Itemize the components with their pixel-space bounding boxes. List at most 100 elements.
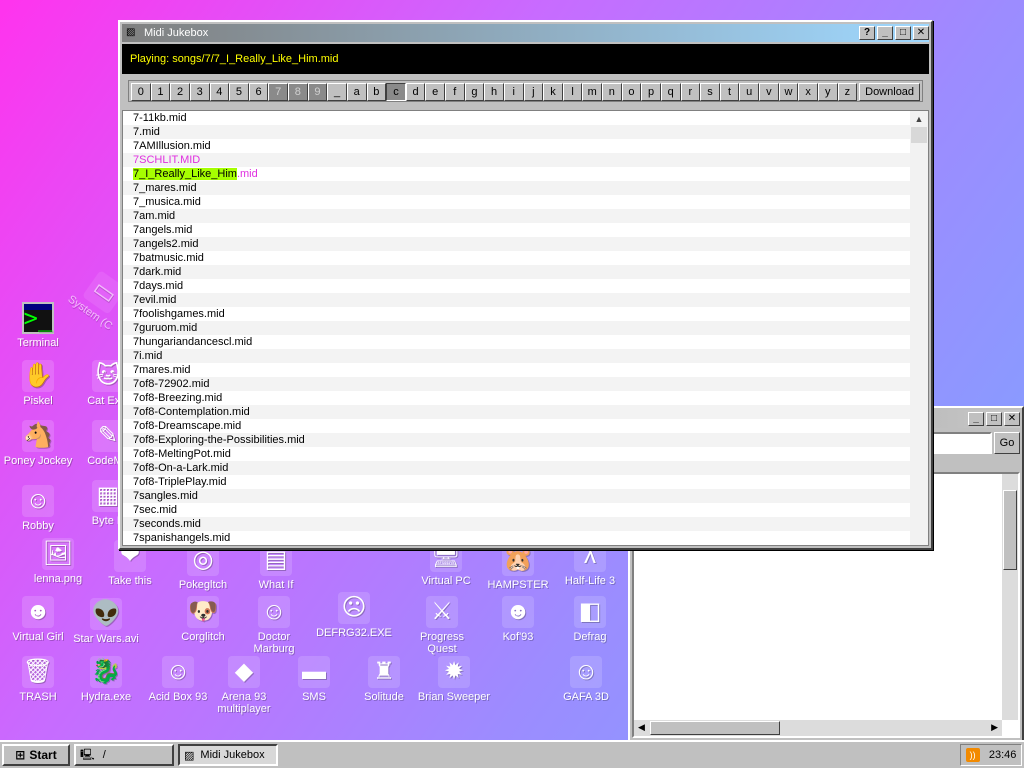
letter-button-l[interactable]: l	[562, 83, 583, 101]
desktop-icon[interactable]: 🗑 TRASH	[0, 656, 76, 703]
task-button-explorer[interactable]: 🖳 /	[74, 744, 174, 766]
file-list-scrollbar[interactable]: ▲	[910, 111, 928, 545]
file-row[interactable]: 7dark.mid	[123, 265, 910, 279]
letter-button-4[interactable]: 4	[209, 83, 230, 101]
browser-minimize-button[interactable]: _	[968, 412, 984, 426]
letter-button-k[interactable]: k	[543, 83, 563, 101]
browser-vertical-scrollbar[interactable]	[1002, 474, 1018, 720]
file-row[interactable]: 7of8-TriplePlay.mid	[123, 475, 910, 489]
letter-button-m[interactable]: m	[582, 83, 602, 101]
browser-maximize-button[interactable]: □	[986, 412, 1002, 426]
scroll-up-arrow-icon[interactable]: ▲	[910, 111, 928, 127]
minimize-button[interactable]: _	[877, 26, 893, 40]
desktop-icon[interactable]: ⚔ Progress Quest	[404, 596, 480, 655]
file-row[interactable]: 7_musica.mid	[123, 195, 910, 209]
letter-button-3[interactable]: 3	[189, 83, 210, 101]
start-button[interactable]: ⊞ Start	[2, 744, 70, 766]
letter-button-underscore[interactable]: _	[327, 83, 347, 101]
file-row[interactable]: 7of8-Contemplation.mid	[123, 405, 910, 419]
file-row[interactable]: 7_mares.mid	[123, 181, 910, 195]
desktop-icon[interactable]: 👽 Star Wars.avi	[68, 598, 144, 645]
desktop-icon[interactable]: ☺ Robby	[0, 485, 76, 532]
letter-button-z[interactable]: z	[837, 83, 858, 101]
maximize-button[interactable]: □	[895, 26, 911, 40]
desktop-icon[interactable]: >_ Terminal	[0, 302, 76, 349]
file-row[interactable]: 7sec.mid	[123, 503, 910, 517]
letter-button-r[interactable]: r	[680, 83, 701, 101]
letter-button-e[interactable]: e	[425, 83, 445, 101]
letter-button-f[interactable]: f	[445, 83, 465, 101]
letter-button-s[interactable]: s	[700, 83, 720, 101]
desktop-icon[interactable]: ◧ Defrag	[552, 596, 628, 643]
letter-button-c[interactable]: c	[386, 83, 406, 101]
desktop-icon[interactable]: ☺ GAFA 3D	[548, 656, 624, 703]
desktop-icon[interactable]: ✋ Piskel	[0, 360, 76, 407]
file-row[interactable]: 7of8-MeltingPot.mid	[123, 447, 910, 461]
file-row[interactable]: 7foolishgames.mid	[123, 307, 910, 321]
desktop-icon[interactable]: 🐶 Corglitch	[165, 596, 241, 643]
jukebox-titlebar[interactable]: ▨ Midi Jukebox ? _ □ ✕	[122, 24, 929, 42]
file-row[interactable]: 7AMIllusion.mid	[123, 139, 910, 153]
browser-hscroll-thumb[interactable]	[650, 721, 780, 735]
letter-button-w[interactable]: w	[778, 83, 799, 101]
desktop-icon[interactable]: ☻ Kof'93	[480, 596, 556, 643]
letter-button-q[interactable]: q	[660, 83, 681, 101]
letter-button-2[interactable]: 2	[170, 83, 190, 101]
letter-button-0[interactable]: 0	[131, 83, 151, 101]
file-row[interactable]: 7.mid	[123, 125, 910, 139]
file-row[interactable]: 7-11kb.mid	[123, 111, 910, 125]
close-button[interactable]: ✕	[913, 26, 929, 40]
file-row[interactable]: 7of8-Dreamscape.mid	[123, 419, 910, 433]
letter-button-8[interactable]: 8	[288, 83, 308, 101]
desktop-icon[interactable]: ▬ SMS	[276, 656, 352, 703]
file-row[interactable]: 7evil.mid	[123, 293, 910, 307]
browser-close-button[interactable]: ✕	[1004, 412, 1020, 426]
desktop-icon[interactable]: 🐹 HAMPSTER	[480, 544, 556, 591]
desktop-icon[interactable]: 🖼 lenna.png	[20, 538, 96, 585]
desktop-icon[interactable]: 🐉 Hydra.exe	[68, 656, 144, 703]
download-button[interactable]: Download	[859, 83, 921, 101]
letter-button-y[interactable]: y	[817, 83, 838, 101]
file-row[interactable]: 7seconds.mid	[123, 517, 910, 531]
file-row[interactable]: 7hungariandancescl.mid	[123, 335, 910, 349]
letter-button-1[interactable]: 1	[150, 83, 171, 101]
letter-button-5[interactable]: 5	[229, 83, 249, 101]
browser-go-button[interactable]: Go	[994, 432, 1020, 454]
file-row[interactable]: 7of8-Exploring-the-Possibilities.mid	[123, 433, 910, 447]
desktop-icon[interactable]: ☻ Virtual Girl	[0, 596, 76, 643]
file-row[interactable]: 7of8-72902.mid	[123, 377, 910, 391]
letter-button-a[interactable]: a	[346, 83, 367, 101]
file-row[interactable]: 7mares.mid	[123, 363, 910, 377]
file-row[interactable]: 7angels2.mid	[123, 237, 910, 251]
letter-button-u[interactable]: u	[739, 83, 759, 101]
file-row[interactable]: 7sangles.mid	[123, 489, 910, 503]
desktop-icon[interactable]: ✹ Brian Sweeper	[416, 656, 492, 703]
jukebox-window[interactable]: ▨ Midi Jukebox ? _ □ ✕ Playing: songs/7/…	[118, 20, 933, 550]
browser-vscroll-thumb[interactable]	[1003, 490, 1017, 570]
letter-button-i[interactable]: i	[503, 83, 524, 101]
letter-button-9[interactable]: 9	[307, 83, 328, 101]
desktop-icon[interactable]: ◆ Arena 93 multiplayer	[206, 656, 282, 715]
file-row[interactable]: 7am.mid	[123, 209, 910, 223]
file-row[interactable]: 7i.mid	[123, 349, 910, 363]
letter-button-v[interactable]: v	[759, 83, 779, 101]
desktop-icon[interactable]: ☺ Doctor Marburg	[236, 596, 312, 655]
scroll-right-arrow-icon[interactable]: ▶	[991, 722, 998, 733]
desktop-icon[interactable]: ◎ Pokegltch	[165, 544, 241, 591]
desktop-icon[interactable]: ☺ Acid Box 93	[140, 656, 216, 703]
desktop-icon[interactable]: 🐴 Poney Jockey	[0, 420, 76, 467]
desktop-icon[interactable]: ▤ What If	[238, 544, 314, 591]
file-row[interactable]: 7batmusic.mid	[123, 251, 910, 265]
scroll-left-arrow-icon[interactable]: ◀	[638, 722, 645, 733]
letter-button-o[interactable]: o	[621, 83, 642, 101]
letter-button-d[interactable]: d	[405, 83, 426, 101]
file-row[interactable]: 7SCHLIT.MID	[123, 153, 910, 167]
letter-button-h[interactable]: h	[484, 83, 504, 101]
rss-icon[interactable]: ))	[965, 748, 980, 762]
file-list-panel[interactable]: 7-11kb.mid 7.mid 7AMIllusion.mid 7SCHLIT.MI…	[122, 110, 929, 546]
file-row[interactable]: 7of8-On-a-Lark.mid	[123, 461, 910, 475]
desktop-icon[interactable]: ♜ Solitude	[346, 656, 422, 703]
letter-button-t[interactable]: t	[719, 83, 740, 101]
browser-horizontal-scrollbar[interactable]: ◀ ▶	[634, 720, 1002, 736]
file-row[interactable]: 7spanishangels.mid	[123, 531, 910, 545]
